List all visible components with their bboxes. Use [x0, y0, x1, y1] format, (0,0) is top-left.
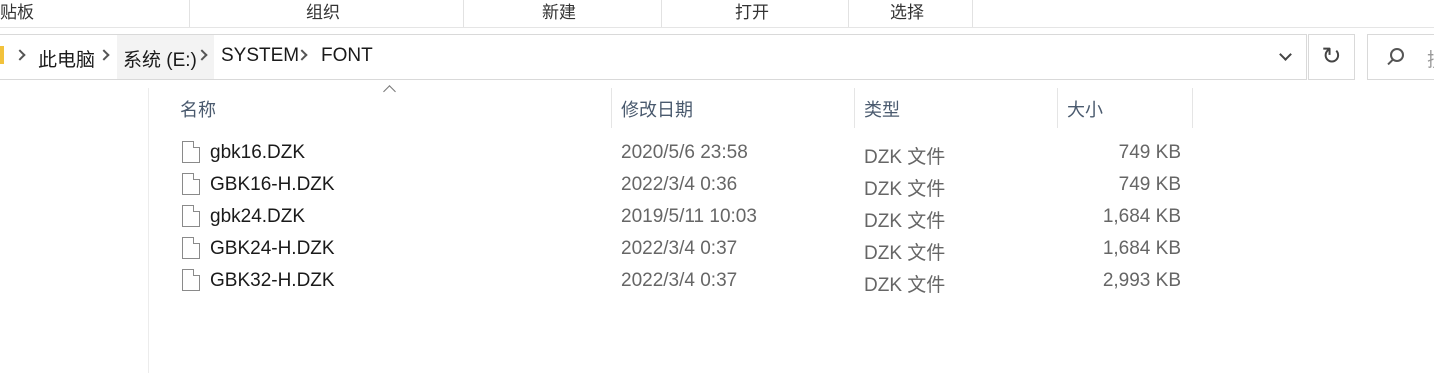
refresh-button[interactable]: ↻ [1308, 34, 1355, 80]
ribbon-divider [661, 0, 662, 27]
breadcrumb-this-pc[interactable]: 此电脑 [38, 45, 95, 72]
chevron-down-icon[interactable] [1279, 48, 1292, 61]
column-header-size[interactable]: 大小 [1067, 96, 1103, 122]
file-icon [182, 173, 200, 195]
breadcrumb-font[interactable]: FONT [321, 45, 373, 67]
navigation-pane-divider[interactable] [148, 88, 149, 373]
ribbon-group-new: 新建 [542, 3, 576, 22]
ribbon-group-select: 选择 [890, 3, 924, 22]
file-row[interactable]: gbk16.DZK 2020/5/6 23:58 DZK 文件 749 KB [160, 137, 1200, 169]
file-row[interactable]: gbk24.DZK 2019/5/11 10:03 DZK 文件 1,684 K… [160, 201, 1200, 233]
file-name: GBK16-H.DZK [210, 174, 335, 195]
address-bar[interactable]: 此电脑 系统 (E:) SYSTEM FONT [0, 34, 1307, 80]
search-icon [1390, 48, 1404, 62]
file-size: 749 KB [1118, 174, 1181, 195]
file-size: 1,684 KB [1102, 206, 1181, 227]
file-type: DZK 文件 [864, 243, 946, 264]
file-size: 2,993 KB [1102, 270, 1181, 291]
file-type: DZK 文件 [864, 211, 946, 232]
ribbon-divider [189, 0, 190, 27]
file-date: 2022/3/4 0:37 [621, 238, 738, 259]
file-type: DZK 文件 [864, 275, 946, 296]
file-icon [182, 237, 200, 259]
file-name: gbk24.DZK [210, 206, 306, 227]
file-row[interactable]: GBK32-H.DZK 2022/3/4 0:37 DZK 文件 2,993 K… [160, 265, 1200, 297]
column-divider[interactable] [611, 88, 612, 128]
search-placeholder: 搜 [1427, 45, 1434, 72]
column-divider[interactable] [1192, 88, 1193, 128]
file-name: GBK24-H.DZK [210, 238, 335, 259]
ribbon-divider [972, 0, 973, 27]
sort-ascending-icon [383, 85, 396, 98]
refresh-icon: ↻ [1321, 43, 1342, 70]
file-date: 2020/5/6 23:58 [621, 142, 748, 163]
file-date: 2022/3/4 0:37 [621, 270, 738, 291]
file-row[interactable]: GBK16-H.DZK 2022/3/4 0:36 DZK 文件 749 KB [160, 169, 1200, 201]
file-icon [182, 269, 200, 291]
file-name: gbk16.DZK [210, 142, 306, 163]
ribbon-group-open: 打开 [735, 3, 769, 22]
ribbon-group-organize: 组织 [306, 3, 340, 22]
file-row[interactable]: GBK24-H.DZK 2022/3/4 0:37 DZK 文件 1,684 K… [160, 233, 1200, 265]
ribbon-group-labels: 贴板 组织 新建 打开 选择 [0, 0, 1434, 28]
column-divider[interactable] [854, 88, 855, 128]
ribbon-divider [848, 0, 849, 27]
breadcrumb-system[interactable]: SYSTEM [221, 45, 299, 67]
chevron-right-icon[interactable] [98, 49, 110, 61]
file-type: DZK 文件 [864, 179, 946, 200]
file-name: GBK32-H.DZK [210, 270, 335, 291]
file-size: 749 KB [1118, 142, 1181, 163]
folder-icon [0, 46, 4, 64]
file-icon [182, 205, 200, 227]
file-size: 1,684 KB [1102, 238, 1181, 259]
ribbon-group-clipboard: 贴板 [0, 3, 34, 22]
file-type: DZK 文件 [864, 147, 946, 168]
ribbon-divider [463, 0, 464, 27]
chevron-right-icon[interactable] [14, 49, 26, 61]
file-date: 2019/5/11 10:03 [621, 206, 757, 227]
file-date: 2022/3/4 0:36 [621, 174, 738, 195]
column-header-date[interactable]: 修改日期 [621, 96, 693, 122]
breadcrumb-drive-e[interactable]: 系统 (E:) [123, 45, 197, 72]
column-header-type[interactable]: 类型 [864, 96, 900, 122]
column-divider[interactable] [1057, 88, 1058, 128]
column-header-name[interactable]: 名称 [180, 96, 216, 122]
file-icon [182, 141, 200, 163]
search-input[interactable]: 搜 [1367, 34, 1434, 80]
